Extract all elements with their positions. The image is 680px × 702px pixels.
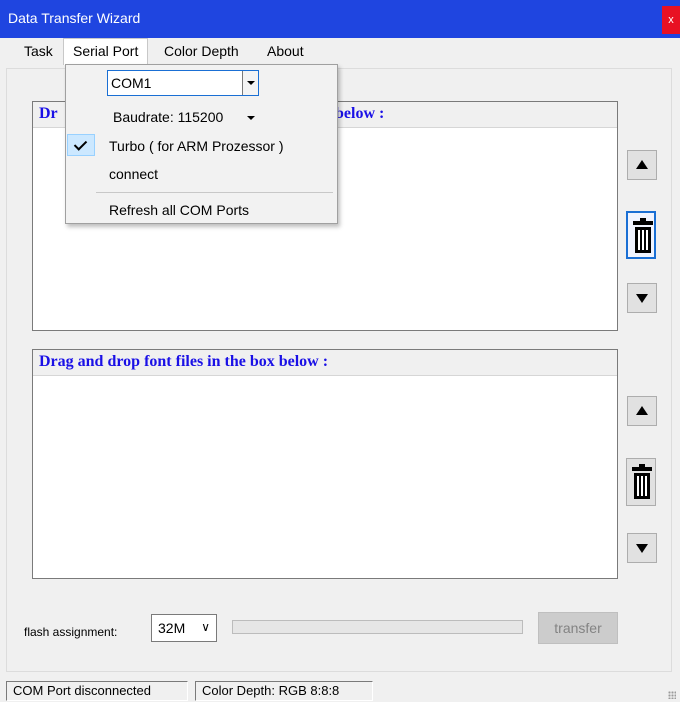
move-down-button-bottom[interactable] (627, 533, 657, 563)
image-drop-header-left: Dr (39, 105, 58, 122)
menu-serial-port[interactable]: Serial Port (63, 38, 149, 65)
font-drop-header-text: Drag and drop font files in the box belo… (39, 353, 329, 370)
baudrate-label: Baudrate: 115200 (113, 109, 224, 125)
menu-about[interactable]: About (258, 38, 313, 64)
close-button[interactable]: x (662, 6, 680, 34)
delete-button-bottom[interactable] (626, 458, 656, 506)
arrow-down-icon (636, 294, 648, 303)
flash-size-value: 32M (158, 620, 186, 636)
move-up-button-bottom[interactable] (627, 396, 657, 426)
menu-bar: Task Serial Port Color Depth About (0, 38, 680, 65)
menu-separator (96, 192, 333, 193)
turbo-check-icon (67, 134, 95, 156)
flash-assignment-label: flash assignment: (24, 625, 118, 639)
arrow-up-icon (636, 406, 648, 415)
move-down-button-top[interactable] (627, 283, 657, 313)
transfer-progress-bar (232, 620, 523, 634)
resize-grip-icon[interactable] (668, 691, 676, 699)
chevron-down-icon (247, 116, 255, 120)
delete-button-top[interactable] (626, 211, 656, 259)
com-port-status: COM Port disconnected (6, 681, 188, 701)
baudrate-select[interactable]: Baudrate: 115200 (113, 109, 255, 125)
com-port-select[interactable]: COM1 (107, 70, 259, 96)
menu-item-turbo[interactable]: Turbo ( for ARM Prozessor ) (109, 138, 284, 154)
com-port-value: COM1 (111, 75, 152, 91)
chevron-down-icon[interactable] (242, 71, 258, 95)
move-up-button-top[interactable] (627, 150, 657, 180)
menu-item-refresh-com-ports[interactable]: Refresh all COM Ports (109, 202, 249, 218)
status-bar: COM Port disconnected Color Depth: RGB 8… (0, 676, 680, 702)
chevron-down-icon: ∨ (201, 620, 210, 634)
trash-icon (633, 218, 653, 253)
title-bar: Data Transfer Wizard x (0, 0, 680, 38)
menu-item-connect[interactable]: connect (109, 166, 158, 182)
font-drop-panel[interactable]: Drag and drop font files in the box belo… (32, 349, 618, 579)
menu-task[interactable]: Task (15, 38, 62, 64)
window-title: Data Transfer Wizard (8, 10, 141, 26)
transfer-button[interactable]: transfer (538, 612, 618, 644)
serial-port-menu: COM1 Baudrate: 115200 Turbo ( for ARM Pr… (65, 64, 338, 224)
flash-size-select[interactable]: 32M ∨ (151, 614, 217, 642)
arrow-up-icon (636, 160, 648, 169)
trash-icon (632, 464, 652, 499)
arrow-down-icon (636, 544, 648, 553)
font-drop-header: Drag and drop font files in the box belo… (33, 350, 617, 376)
color-depth-status: Color Depth: RGB 8:8:8 (195, 681, 373, 701)
menu-color-depth[interactable]: Color Depth (155, 38, 248, 64)
